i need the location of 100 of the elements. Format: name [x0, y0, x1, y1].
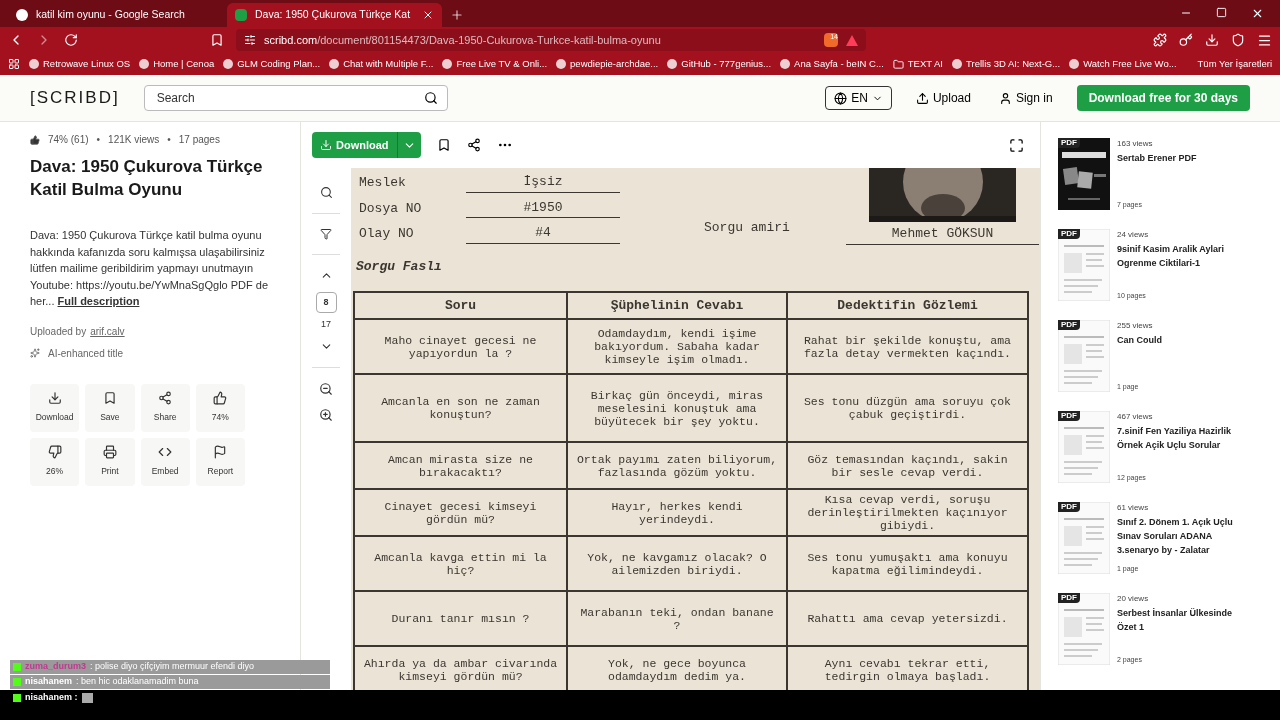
like-action[interactable]: 74%	[195, 383, 245, 432]
bookmark-item[interactable]: Watch Free Live Wo...	[1069, 56, 1177, 72]
table-cell: Marabanın teki, ondan banane ?	[566, 592, 786, 645]
browser-tab[interactable]: katil kim oyunu - Google Search	[8, 3, 223, 27]
table-cell: Ses tonu yumuşaktı ama konuyu kapatma eğilimindeydi.	[786, 537, 1027, 590]
upload-icon	[915, 91, 929, 105]
related-title: Sertab Erener PDF	[1117, 152, 1198, 165]
site-icon	[780, 59, 791, 69]
like-icon	[213, 391, 228, 406]
new-tab-icon[interactable]	[450, 8, 464, 22]
bookmark-item[interactable]: Free Live TV & Onli...	[442, 56, 548, 72]
document-title: Dava: 1950 Çukurova Türkçe Katil Bulma Oyunu	[30, 156, 264, 201]
view-count: 61 views	[1117, 502, 1150, 514]
download-icon[interactable]	[1205, 33, 1219, 47]
share-action[interactable]: Share	[140, 383, 190, 432]
table-cell: Kısa cevap verdi, soruşu derinleştirilmekten kaçınıyor gibiydi.	[786, 490, 1027, 535]
view-count: 255 views	[1117, 320, 1154, 332]
chat-message: zuma_durum3 : polise diyo çifçiyim mermuur efendi diyo	[10, 660, 330, 674]
related-title: 9sinif Kasim Aralik Aylari Ogrenme Ciktilari-1	[1117, 243, 1226, 270]
site-icon	[442, 59, 453, 69]
maximize-icon[interactable]	[1216, 7, 1227, 18]
embed-action[interactable]: Embed	[140, 437, 190, 486]
view-count: 163 views	[1117, 138, 1154, 150]
table-cell: Yok, ne kavgamız olacak? O ailemizden biriydi.	[566, 537, 786, 590]
bookmark-item[interactable]: GLM Coding Plan...	[223, 56, 321, 72]
bookmark-item[interactable]: Retrowave Linux OS	[29, 56, 131, 72]
field-value: #1950	[466, 197, 620, 218]
pdf-badge: PDF	[1058, 593, 1080, 603]
key-icon[interactable]	[1179, 33, 1193, 47]
chat-username: nisahanem :	[25, 691, 78, 705]
close-icon[interactable]	[1251, 7, 1264, 20]
bookmark-item[interactable]: Chat with Multiple F...	[329, 56, 434, 72]
page-number-field[interactable]: 8	[315, 292, 337, 313]
field-label: Dosya NO	[358, 199, 423, 218]
close-icon[interactable]	[422, 9, 434, 21]
site-icon	[1069, 59, 1080, 69]
table-cell-text: Cinayet gecesi kimseyi gördün mü?	[383, 498, 538, 528]
search-field[interactable]: Search	[143, 85, 448, 111]
dislike-icon	[47, 445, 62, 460]
table-cell: Ortak payımı zaten biliyorum, fazlasında gözüm yoktu.	[566, 443, 786, 488]
site-settings-icon	[244, 34, 256, 46]
menu-icon[interactable]	[1257, 32, 1272, 48]
dislike-action[interactable]: 26%	[30, 437, 80, 486]
chat-message: nisahanem : ben hic odaklanamadim buna	[10, 675, 330, 689]
site-icon	[223, 59, 234, 69]
table-cell-text: Duranı tanır mısın ?	[390, 611, 531, 627]
bookmark-icon[interactable]	[210, 33, 224, 47]
logo[interactable]: [SCRIBD]	[30, 85, 120, 111]
related-title: 7.sinif Fen Yaziliya Hazirlik Örnek Açik Uçlu Sorular	[1117, 425, 1232, 452]
shield-icon[interactable]	[1231, 33, 1245, 47]
browser-tab[interactable]: Dava: 1950 Çukurova Türkçe Kat	[227, 3, 442, 27]
bookmark-icon[interactable]	[436, 138, 451, 152]
site-icon	[667, 59, 678, 69]
download-dropdown[interactable]	[396, 132, 421, 158]
fullscreen-icon[interactable]	[1009, 137, 1024, 153]
download-action[interactable]: Download	[30, 383, 80, 432]
tab-favicon-icon	[16, 9, 28, 21]
separator-dot: •	[167, 133, 171, 147]
bookmark-item[interactable]: Ana Sayfa - beIN C...	[780, 56, 884, 72]
officer-label: Sorgu amiri	[704, 218, 790, 237]
search-icon[interactable]	[423, 91, 438, 105]
site-icon	[329, 59, 340, 69]
apps-icon[interactable]	[8, 58, 20, 70]
pdf-badge: PDF	[1058, 320, 1080, 330]
pdf-badge: PDF	[1058, 229, 1080, 239]
pdf-badge: PDF	[1058, 502, 1080, 512]
related-title: Can Could	[1117, 334, 1163, 347]
extensions-icon[interactable]	[1153, 33, 1167, 47]
table-cell-text: Ahırda ya da ambar civarında kimseyi gördün mü?	[362, 655, 559, 685]
chat-username: nisahanem	[25, 675, 73, 689]
related-title: Serbest İnsanlar Ülkesinde Özet 1	[1117, 607, 1234, 634]
download-icon	[47, 391, 62, 406]
column-header: Soru	[443, 296, 478, 315]
upload-button[interactable]: Upload	[915, 89, 971, 107]
reload-icon[interactable]	[64, 33, 78, 47]
report-icon	[213, 445, 228, 460]
filter-icon[interactable]	[320, 228, 332, 240]
share-icon[interactable]	[466, 138, 481, 152]
search-icon[interactable]	[319, 186, 333, 199]
save-action[interactable]: Save	[85, 383, 135, 432]
bookmark-item[interactable]: Trellis 3D AI: Next-G...	[952, 56, 1061, 72]
views-text: 121K views	[108, 133, 160, 147]
bookmark-item[interactable]: TEXT AI	[892, 56, 943, 72]
report-action[interactable]: Report	[195, 437, 245, 486]
zoom-out-icon[interactable]	[319, 381, 333, 396]
uploader-link[interactable]: arif.calv	[90, 323, 125, 339]
site-icon	[556, 59, 567, 69]
full-description-link[interactable]: Full description	[57, 295, 140, 307]
bookmark-item[interactable]: GitHub - 777genius...	[667, 56, 772, 72]
bookmark-item[interactable]: Home | Cenoa	[139, 56, 215, 72]
globe-icon	[834, 91, 848, 105]
download-icon	[320, 139, 332, 151]
table-cell: Odamdaydım, kendi işime bakıyordum. Sabaha kadar kimseyle işim olmadı.	[566, 320, 786, 373]
sign-in-button[interactable]: Sign in	[998, 89, 1053, 107]
print-action[interactable]: Print	[85, 437, 135, 486]
share-icon	[158, 391, 173, 406]
zoom-in-icon[interactable]	[319, 407, 333, 422]
bookmark-item[interactable]: pewdiepie-archdae...	[556, 56, 659, 72]
all-bookmarks-link[interactable]: Tüm Yer İşaretleri	[1197, 56, 1272, 72]
language-selector[interactable]: EN	[825, 86, 892, 110]
